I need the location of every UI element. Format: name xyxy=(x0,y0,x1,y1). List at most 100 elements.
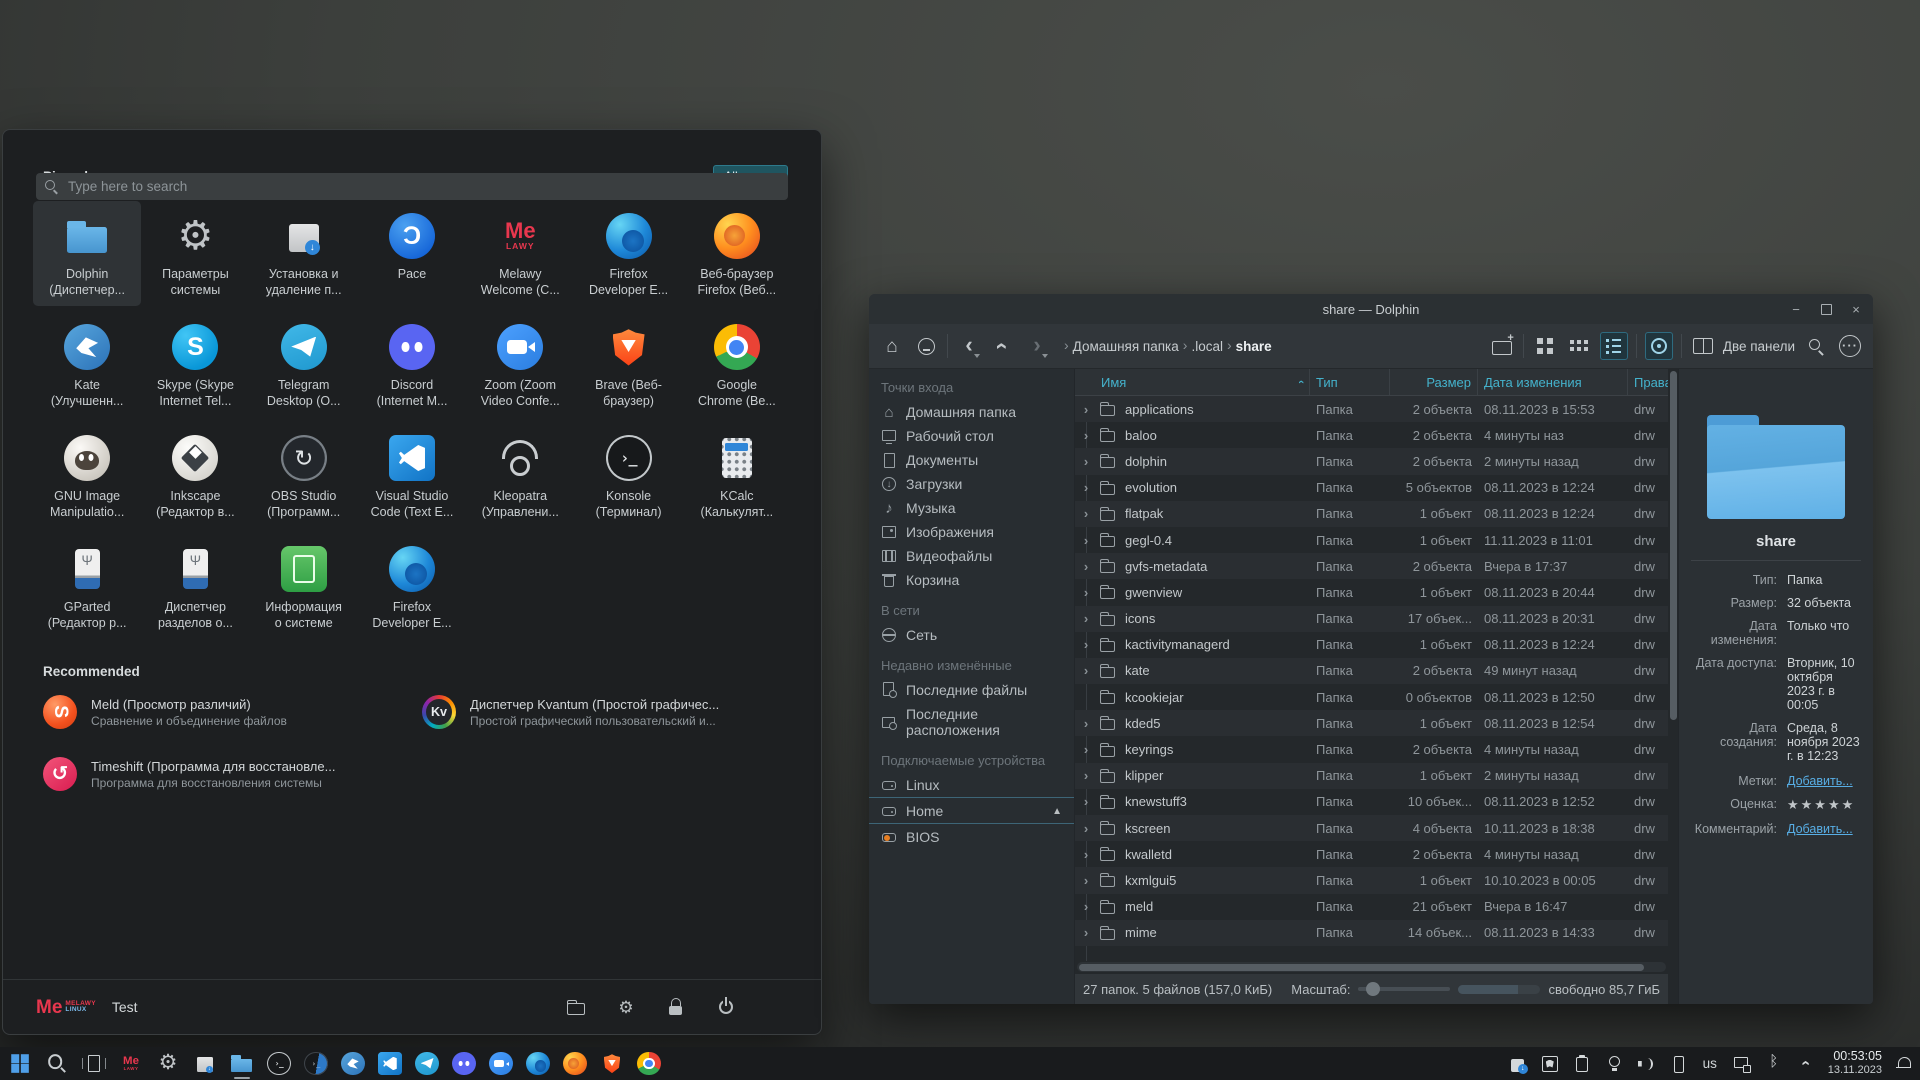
konsole-task[interactable] xyxy=(265,1050,293,1078)
expand-chevron-icon[interactable]: › xyxy=(1075,428,1097,443)
app-tile[interactable]: Firefox Developer E... xyxy=(358,534,466,639)
search-button[interactable] xyxy=(43,1050,71,1078)
device-item-home[interactable]: Home ▲ xyxy=(869,799,1074,824)
place-item[interactable]: Корзина xyxy=(869,568,1074,592)
expand-chevron-icon[interactable]: › xyxy=(1075,794,1097,809)
file-row[interactable]: › gegl-0.4 Папка 1 объект 11.11.2023 в 1… xyxy=(1075,527,1668,553)
device-item-bios[interactable]: BIOS xyxy=(869,825,1074,849)
up-button[interactable] xyxy=(990,333,1016,359)
place-item[interactable]: Рабочий стол xyxy=(869,424,1074,448)
tray-bluetooth-icon[interactable] xyxy=(1764,1054,1784,1074)
app-tile[interactable]: OBS Studio (Программ... xyxy=(250,423,358,528)
details-view-button[interactable] xyxy=(1600,332,1628,360)
brave-task[interactable] xyxy=(598,1050,626,1078)
app-tile[interactable]: Inkscape (Редактор в... xyxy=(141,423,249,528)
app-tile[interactable]: GNU Image Manipulatio... xyxy=(33,423,141,528)
tray-volume-icon[interactable] xyxy=(1636,1054,1656,1074)
breadcrumb-item[interactable]: share xyxy=(1236,339,1272,354)
place-item[interactable]: Последние расположения xyxy=(869,702,1074,742)
expand-chevron-icon[interactable]: › xyxy=(1075,663,1097,678)
file-row[interactable]: › flatpak Папка 1 объект 08.11.2023 в 12… xyxy=(1075,501,1668,527)
file-row[interactable]: › kxmlgui5 Папка 1 объект 10.10.2023 в 0… xyxy=(1075,867,1668,893)
tray-security-icon[interactable] xyxy=(1540,1054,1560,1074)
expand-chevron-icon[interactable]: › xyxy=(1075,559,1097,574)
column-type[interactable]: Тип xyxy=(1310,369,1390,395)
file-row[interactable]: › klipper Папка 1 объект 2 минуты назад … xyxy=(1075,763,1668,789)
app-tile[interactable]: Параметры системы xyxy=(141,201,249,306)
app-tile[interactable]: Discord (Internet M... xyxy=(358,312,466,417)
app-tile[interactable]: Kleopatra (Управлени... xyxy=(466,423,574,528)
file-row[interactable]: › applications Папка 2 объекта 08.11.202… xyxy=(1075,396,1668,422)
place-item[interactable]: Видеофайлы xyxy=(869,544,1074,568)
file-row[interactable]: › icons Папка 17 объек... 08.11.2023 в 2… xyxy=(1075,606,1668,632)
vertical-scrollbar[interactable] xyxy=(1668,369,1678,1004)
expand-chevron-icon[interactable]: › xyxy=(1075,821,1097,836)
expand-chevron-icon[interactable]: › xyxy=(1075,533,1097,548)
file-row[interactable]: › dolphin Папка 2 объекта 2 минуты назад… xyxy=(1075,448,1668,474)
app-tile[interactable]: KCalc (Калькулят... xyxy=(683,423,791,528)
expand-chevron-icon[interactable]: › xyxy=(1075,847,1097,862)
files-button[interactable] xyxy=(566,997,586,1017)
app-tile[interactable]: GParted (Редактор р... xyxy=(33,534,141,639)
tray-device-icon[interactable] xyxy=(1668,1054,1688,1074)
settings-button[interactable] xyxy=(616,997,636,1017)
dolphin-task[interactable] xyxy=(228,1050,256,1078)
place-item[interactable]: Изображения xyxy=(869,520,1074,544)
zoom-task[interactable] xyxy=(487,1050,515,1078)
app-tile[interactable]: Информация о системе xyxy=(250,534,358,639)
app-tile[interactable]: Zoom (Zoom Video Confe... xyxy=(466,312,574,417)
expand-chevron-icon[interactable]: › xyxy=(1075,899,1097,914)
tray-expand-icon[interactable] xyxy=(1796,1054,1816,1074)
titlebar[interactable]: share — Dolphin − × xyxy=(869,294,1873,324)
keyboard-layout[interactable]: us xyxy=(1700,1054,1720,1074)
recommended-item[interactable]: Timeshift (Программа для восстановле... … xyxy=(43,757,402,791)
minimize-button[interactable]: − xyxy=(1789,302,1803,316)
place-item[interactable]: Музыка xyxy=(869,496,1074,520)
file-row[interactable]: › baloo Папка 2 объекта 4 минуты наз drw xyxy=(1075,422,1668,448)
column-name[interactable]: Имя ‹ xyxy=(1075,369,1310,395)
app-tile[interactable]: Dolphin (Диспетчер... xyxy=(33,201,141,306)
telegram-task[interactable] xyxy=(413,1050,441,1078)
search-button[interactable] xyxy=(1803,333,1829,359)
icons-view-button[interactable] xyxy=(1532,333,1558,359)
rating-stars[interactable]: ★★★★★ xyxy=(1787,797,1861,813)
firefox-developer-task[interactable] xyxy=(524,1050,552,1078)
expand-chevron-icon[interactable]: › xyxy=(1075,742,1097,757)
notifications-bell-icon[interactable] xyxy=(1894,1054,1914,1074)
file-row[interactable]: › mime Папка 14 объек... 08.11.2023 в 14… xyxy=(1075,920,1668,946)
device-item-linux[interactable]: Linux xyxy=(869,773,1074,798)
file-row[interactable]: › kscreen Папка 4 объекта 10.11.2023 в 1… xyxy=(1075,815,1668,841)
zoom-slider[interactable] xyxy=(1358,987,1450,991)
expand-chevron-icon[interactable]: › xyxy=(1075,637,1097,652)
add-tags-link[interactable]: Добавить... xyxy=(1787,774,1861,788)
power-button[interactable] xyxy=(716,997,736,1017)
melawy-welcome-task[interactable] xyxy=(117,1050,145,1078)
preview-toggle-button[interactable] xyxy=(1645,332,1673,360)
tray-display-icon[interactable] xyxy=(1732,1054,1752,1074)
app-tile[interactable]: Установка и удаление п... xyxy=(250,201,358,306)
app-tile[interactable]: Visual Studio Code (Text E... xyxy=(358,423,466,528)
app-tile[interactable]: Google Chrome (Ве... xyxy=(683,312,791,417)
maximize-button[interactable] xyxy=(1819,302,1833,316)
zoom-slider-handle[interactable] xyxy=(1366,982,1380,996)
expand-chevron-icon[interactable]: › xyxy=(1075,506,1097,521)
app-tile[interactable]: Skype (Skype Internet Tel... xyxy=(141,312,249,417)
expand-chevron-icon[interactable]: › xyxy=(1075,716,1097,731)
file-row[interactable]: › evolution Папка 5 объектов 08.11.2023 … xyxy=(1075,475,1668,501)
breadcrumb-item[interactable]: Домашняя папка xyxy=(1073,339,1179,354)
recommended-item[interactable]: Диспетчер Kvantum (Простой графичес... П… xyxy=(422,695,781,729)
expand-chevron-icon[interactable]: › xyxy=(1075,925,1097,940)
file-row[interactable]: › gvfs-metadata Папка 2 объекта Вчера в … xyxy=(1075,553,1668,579)
place-item[interactable]: Сеть xyxy=(869,623,1074,647)
expand-chevron-icon[interactable]: › xyxy=(1075,402,1097,417)
file-row[interactable]: › kactivitymanagerd Папка 1 объект 08.11… xyxy=(1075,632,1668,658)
app-tile[interactable]: Brave (Веб- браузер) xyxy=(574,312,682,417)
place-item[interactable]: Домашняя папка xyxy=(869,400,1074,424)
app-tile[interactable]: Telegram Desktop (О... xyxy=(250,312,358,417)
firefox-task[interactable] xyxy=(561,1050,589,1078)
place-item[interactable]: Документы xyxy=(869,448,1074,472)
expand-chevron-icon[interactable]: › xyxy=(1075,873,1097,888)
file-row[interactable]: › keyrings Папка 2 объекта 4 минуты наза… xyxy=(1075,736,1668,762)
close-button[interactable]: × xyxy=(1849,302,1863,316)
app-tile[interactable]: Веб-браузер Firefox (Веб... xyxy=(683,201,791,306)
